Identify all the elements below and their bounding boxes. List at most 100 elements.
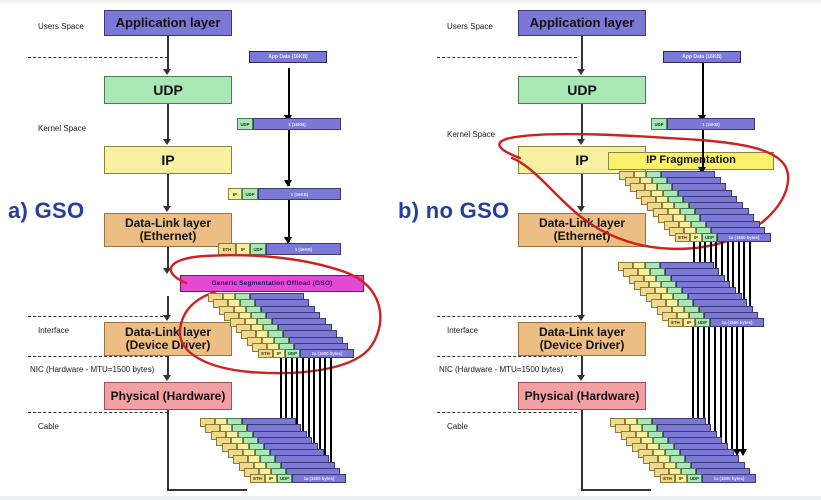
packet-drop-head [738,449,747,456]
layer-box-ethernet-b[interactable]: Data-Link layer (Ethernet) [518,213,646,247]
packet-segment-row: ETH IP UDP 1a (1500 bytes) [258,349,354,358]
packet-field-payload: 1a (1500 bytes) [710,318,764,327]
flow-arrowhead-gso-a [163,268,171,274]
separator-interface-nic [28,356,168,357]
zone-label-cable: Cable [38,422,59,431]
packet-drop-line-1-a [288,68,290,120]
zone-label-users-space-b: Users Space [447,22,493,31]
packet-field-udp-data-a: 1 (16KB) [253,118,341,130]
flow-arrowhead-udp-a [163,69,171,75]
layer-box-ip-a[interactable]: IP [104,146,232,174]
packet-field-ip-udp-tag-a: UDP [242,188,258,200]
zone-label-interface-b: Interface [447,326,479,335]
packet-field-ip-tag: IP [683,318,695,327]
packet-field-udp-data-b: 1 (16KB) [667,118,755,130]
layer-box-udp-b[interactable]: UDP [518,76,646,104]
flow-arrowhead-eth-b [577,206,585,212]
packet-field-payload: 1a (1500 bytes) [717,233,771,242]
flow-arrow-gso-driver-a [167,296,169,316]
flow-arrow-udp-ip-a [167,104,169,140]
packet-drop-head-2-a [284,180,292,187]
packet-segment-row: ETH IP UDP 1a (1500 bytes) [660,474,756,483]
driver-line2-b: (Device Driver) [539,338,625,352]
packet-app-data-b: App Data (16KB) [663,51,741,63]
flow-arrowhead-driver-b [577,315,585,321]
packet-field-eth-data-a: 1 (16KB) [266,243,341,255]
packet-field-eth-tag-a: ETH [218,243,236,255]
layer-box-physical-a[interactable]: Physical (Hardware) [104,382,232,410]
packet-field-appdata-b: App Data (16KB) [663,51,741,63]
flow-arrowhead-eth-a [163,206,171,212]
separator-user-kernel-b [437,57,577,58]
packet-drop-line-2-a [288,130,290,186]
layer-box-device-driver-a[interactable]: Data-Link layer (Device Driver) [104,322,232,356]
layer-box-udp-a[interactable]: UDP [104,76,232,104]
flow-arrowhead-udp-b [577,69,585,75]
zone-label-users-space: Users Space [38,22,84,31]
layer-box-application-b[interactable]: Application layer [518,10,646,36]
separator-interface-nic-b [437,356,577,357]
flow-arrowhead-driver-a [163,315,171,321]
zone-label-kernel-space: Kernel Space [38,124,87,133]
gso-callout-box[interactable]: Generic Segmentation Offload (GSO) [180,275,364,292]
separator-kernel-interface [28,316,168,317]
packet-segment-row: ETH IP UDP 1a (1500 bytes) [250,474,346,483]
driver-line2-a: (Device Driver) [125,338,211,352]
packet-app-data-a: App Data (16KB) [249,51,327,63]
packet-field-udp-tag: UDP [277,474,292,483]
packet-drop-line [742,327,744,455]
packet-ip-a: IP UDP 1 (16KB) [228,188,341,200]
packet-field-eth-tag: ETH [675,233,690,242]
packet-field-eth-udp-tag-a: UDP [250,243,266,255]
packet-field-payload: 1a (1500 bytes) [300,349,354,358]
packet-drop-line-2-b [702,130,704,172]
packet-eth-a: ETH IP UDP 1 (16KB) [218,243,341,255]
packet-drop-line [736,320,739,455]
layer-box-ethernet-a[interactable]: Data-Link layer (Ethernet) [104,213,232,247]
zone-label-cable-b: Cable [447,422,468,431]
flow-arrowhead-ip-b [577,139,585,145]
packet-segment-row: ETH IP UDP 1a (1500 bytes) [668,318,764,327]
packet-field-eth-tag: ETH [250,474,265,483]
separator-nic-cable [28,412,168,413]
packet-field-appdata-a: App Data (16KB) [249,51,327,63]
ethernet-line2-b: (Ethernet) [553,229,611,243]
packet-drop-line [330,358,332,476]
panel-caption-a: a) GSO [8,198,85,223]
zone-label-nic: NIC (Hardware - MTU=1500 bytes) [30,365,155,374]
packet-field-payload: 1a (1500 bytes) [292,474,346,483]
packet-field-eth-ip-tag-a: IP [236,243,250,255]
packet-field-ip-data-a: 1 (16KB) [258,188,341,200]
flow-arrow-driver-phy-b [581,356,583,376]
layer-box-device-driver-b[interactable]: Data-Link layer (Device Driver) [518,322,646,356]
layer-box-physical-b[interactable]: Physical (Hardware) [518,382,646,410]
flow-arrow-phy-cable-a [167,410,169,490]
packet-field-eth-tag: ETH [660,474,675,483]
packet-field-eth-tag: ETH [258,349,273,358]
packet-field-ip-tag: IP [265,474,277,483]
packet-field-ip-tag: IP [675,474,687,483]
flow-arrow-cable-horiz-a [167,489,247,491]
packet-field-udp-tag: UDP [702,233,717,242]
packet-field-udp-tag-b: UDP [651,118,667,130]
packet-udp-b: UDP 1 (16KB) [651,118,755,130]
separator-kernel-interface-b [437,316,577,317]
flow-arrow-phy-cable-b [581,410,583,490]
flow-arrow-eth-gso-a [167,247,169,269]
layer-box-ip-fragmentation-b[interactable]: IP Fragmentation [608,152,774,170]
packet-udp-a: UDP 1 (16KB) [237,118,341,130]
separator-nic-cable-b [437,412,577,413]
layer-box-application-a[interactable]: Application layer [104,10,232,36]
packet-field-udp-tag-a: UDP [237,118,253,130]
zone-label-nic-b: NIC (Hardware - MTU=1500 bytes) [439,365,564,374]
packet-field-eth-tag: ETH [668,318,683,327]
flow-arrow-ip-eth-a [167,174,169,207]
packet-drop-line-3-a [288,200,290,242]
packet-field-payload: 1a (1500 bytes) [702,474,756,483]
flow-arrow-driver-phy-a [167,356,169,376]
packet-field-ip-tag: IP [690,233,702,242]
flow-arrow-eth-driver-b [581,247,583,315]
zone-label-kernel-space-b: Kernel Space [447,130,496,139]
packet-field-udp-tag: UDP [285,349,300,358]
flow-arrow-app-udp-b [581,36,583,70]
